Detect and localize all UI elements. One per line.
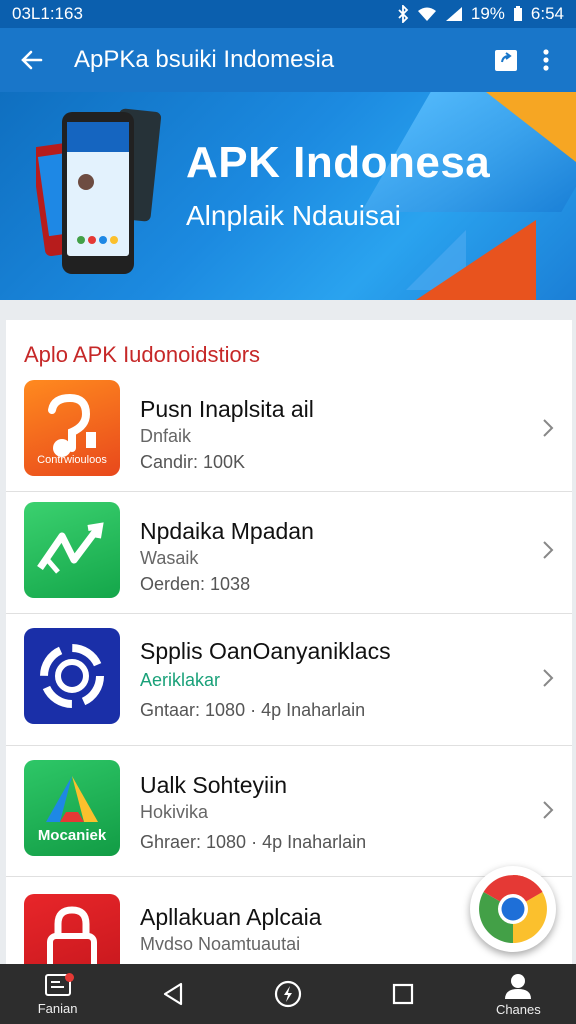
app-category: Aeriklakar	[140, 670, 221, 690]
banner-subtitle: Alnplaik Ndauisai	[186, 200, 401, 231]
list-item[interactable]: Contrwiouloos Pusn Inaplsita ail Dnfaik …	[6, 380, 572, 490]
app-name: Ualk Sohteyiin	[140, 772, 288, 798]
ring-app-icon	[24, 628, 120, 724]
chevron-right-icon	[543, 669, 554, 687]
app-icon-label: Contrwiouloos	[37, 454, 107, 466]
app-name: Npdaika Mpadan	[140, 518, 314, 544]
back-button[interactable]	[10, 38, 54, 82]
nav-profile-button[interactable]: Chanes	[473, 964, 563, 1024]
more-vert-icon	[543, 49, 549, 71]
divider	[6, 491, 572, 492]
home-circle-icon	[274, 980, 302, 1008]
hero-banner: APK Indonesa Alnplaik Ndauisai	[0, 92, 576, 300]
status-bar: 03L1:163 19% 6:54	[0, 0, 576, 28]
signal-icon	[445, 6, 463, 22]
app-bar: ApPKa bsuiki Indomesia	[0, 28, 576, 92]
app-category: Wasaik	[140, 548, 199, 568]
chevron-right-icon	[543, 541, 554, 559]
person-icon	[505, 973, 532, 999]
share-icon	[495, 50, 517, 71]
banner-title: APK Indonesa	[186, 138, 491, 187]
chevron-right-icon	[543, 801, 554, 819]
bottom-navigation: Fanian Chanes	[0, 964, 576, 1024]
divider	[6, 613, 572, 614]
recents-square-icon	[393, 983, 414, 1005]
chevron-right-icon	[543, 419, 554, 437]
app-meta: Gntaar: 1080 · 4p Inaharlain	[140, 700, 366, 720]
bluetooth-icon	[397, 5, 409, 23]
list-item[interactable]: Spplis OanOanyaniklacs Aeriklakar Gntaar…	[6, 626, 572, 746]
app-meta: Oerden: 1038	[140, 574, 251, 594]
nav-left-label: Fanian	[37, 1000, 78, 1016]
chrome-fab-button[interactable]	[470, 866, 556, 952]
more-options-button[interactable]	[526, 38, 566, 82]
nav-recents-button[interactable]	[358, 964, 448, 1024]
app-category: Hokivika	[140, 802, 209, 822]
app-category: Mvdso Noamtuautai	[140, 934, 301, 954]
back-triangle-icon	[163, 982, 182, 1006]
battery-icon	[513, 6, 523, 22]
nav-right-label: Chanes	[495, 1001, 541, 1017]
phones-illustration	[36, 108, 162, 274]
arrow-left-icon	[21, 50, 43, 70]
list-item[interactable]: Mocaniek Ualk Sohteyiin Hokivika Ghraer:…	[6, 758, 572, 878]
list-item[interactable]: Npdaika Mpadan Wasaik Oerden: 1038	[6, 502, 572, 612]
music-app-icon: Contrwiouloos	[24, 380, 120, 476]
share-button[interactable]	[486, 38, 526, 82]
nav-back-button[interactable]	[128, 964, 218, 1024]
notification-badge	[64, 973, 74, 982]
app-meta: Ghraer: 1080 · 4p Inaharlain	[140, 832, 367, 852]
app-name: Spplis OanOanyaniklacs	[140, 638, 391, 664]
page-title: ApPKa bsuiki Indomesia	[74, 46, 335, 73]
triangle-app-icon: Mocaniek	[24, 760, 120, 856]
lock-app-icon	[24, 894, 120, 970]
wifi-icon	[417, 6, 437, 22]
nav-home-button[interactable]	[243, 964, 333, 1024]
nav-left-button[interactable]: Fanian	[13, 964, 103, 1024]
app-name: Apllakuan Aplcaia	[140, 904, 322, 930]
battery-percent: 19%	[470, 4, 505, 23]
divider	[6, 745, 572, 746]
stock-chart-app-icon	[24, 502, 120, 598]
status-clock: 6:54	[530, 4, 564, 23]
app-name: Pusn Inaplsita ail	[140, 396, 314, 422]
app-meta: Candir: 100K	[140, 452, 246, 472]
section-title: Aplo APK Iudonoidstiors	[24, 342, 261, 367]
status-time-left: 03L1:163	[12, 4, 83, 23]
app-icon-label: Mocaniek	[37, 827, 107, 844]
chrome-icon	[479, 875, 547, 943]
app-category: Dnfaik	[140, 426, 192, 446]
